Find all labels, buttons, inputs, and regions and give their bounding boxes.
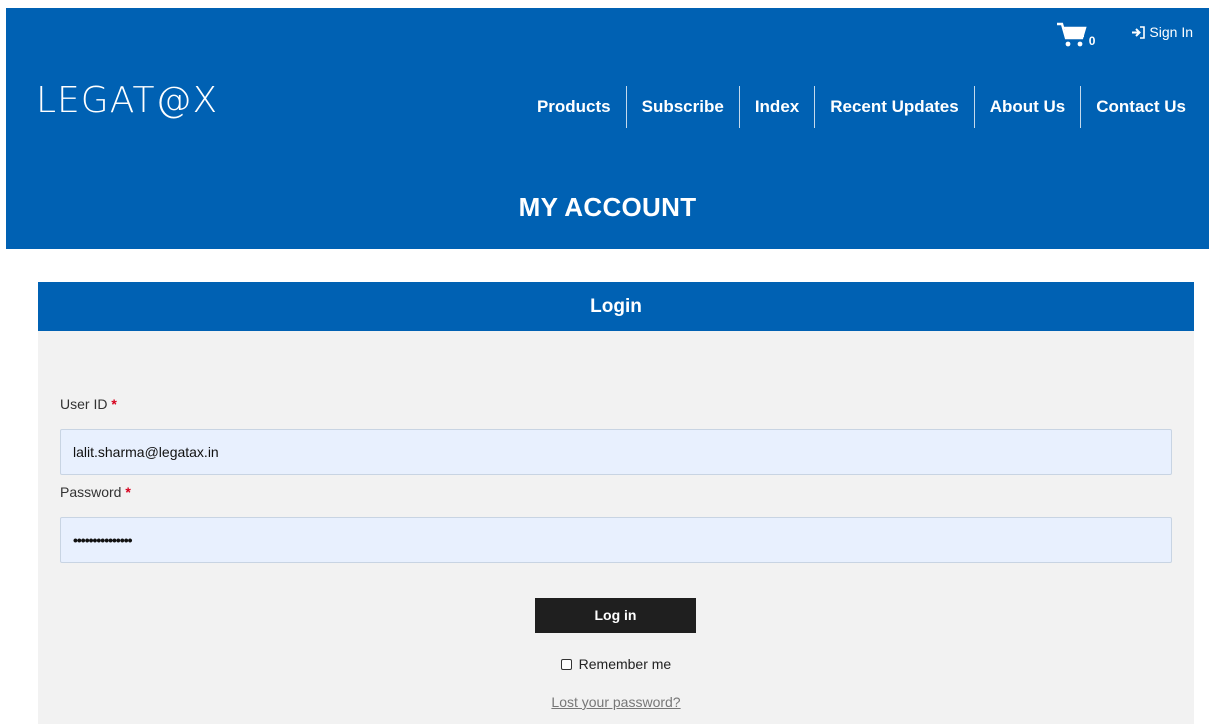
- lost-password-row: Lost your password?: [38, 694, 1194, 710]
- login-button[interactable]: Log in: [535, 598, 696, 633]
- nav-item-subscribe[interactable]: Subscribe: [627, 86, 739, 128]
- cart-count-badge: 0: [1088, 34, 1096, 48]
- nav-divider: [1080, 86, 1082, 128]
- required-mark: *: [125, 484, 131, 500]
- site-header: LEGAT@X 0 Sign In Products Subscribe Ind…: [6, 8, 1209, 249]
- login-panel: Login User ID * lalit.sharma@legatax.in …: [38, 282, 1194, 724]
- sign-in-icon: [1132, 25, 1146, 39]
- sign-in-label: Sign In: [1149, 24, 1193, 40]
- nav-item-contact-us[interactable]: Contact Us: [1081, 86, 1201, 128]
- password-field[interactable]: •••••••••••••••: [60, 517, 1172, 563]
- remember-me-checkbox[interactable]: [560, 659, 572, 670]
- login-panel-header: Login: [38, 282, 1194, 331]
- userid-field[interactable]: lalit.sharma@legatax.in: [60, 429, 1172, 475]
- password-label: Password *: [60, 484, 131, 500]
- nav-divider: [973, 86, 975, 128]
- remember-me-label[interactable]: Remember me: [579, 656, 672, 672]
- nav-item-about-us[interactable]: About Us: [975, 86, 1081, 128]
- shopping-cart-icon: [1056, 22, 1087, 47]
- nav-divider: [738, 86, 740, 128]
- userid-label-text: User ID: [60, 396, 108, 412]
- nav-item-index[interactable]: Index: [740, 86, 814, 128]
- lost-password-link[interactable]: Lost your password?: [551, 694, 680, 710]
- remember-me: Remember me: [38, 656, 1194, 672]
- page-title: MY ACCOUNT: [518, 192, 697, 222]
- required-mark: *: [111, 396, 117, 412]
- nav-item-recent-updates[interactable]: Recent Updates: [815, 86, 973, 128]
- sign-in-link[interactable]: Sign In: [1131, 24, 1193, 40]
- nav-item-products[interactable]: Products: [522, 86, 626, 128]
- nav-divider: [625, 86, 627, 128]
- cart-button[interactable]: 0: [1056, 22, 1096, 48]
- userid-label: User ID *: [60, 396, 117, 412]
- header-topbar: 0 Sign In: [1056, 22, 1193, 48]
- nav-divider: [814, 86, 816, 128]
- site-logo[interactable]: LEGAT@X: [36, 80, 218, 121]
- password-label-text: Password: [60, 484, 122, 500]
- main-nav: Products Subscribe Index Recent Updates …: [522, 86, 1201, 128]
